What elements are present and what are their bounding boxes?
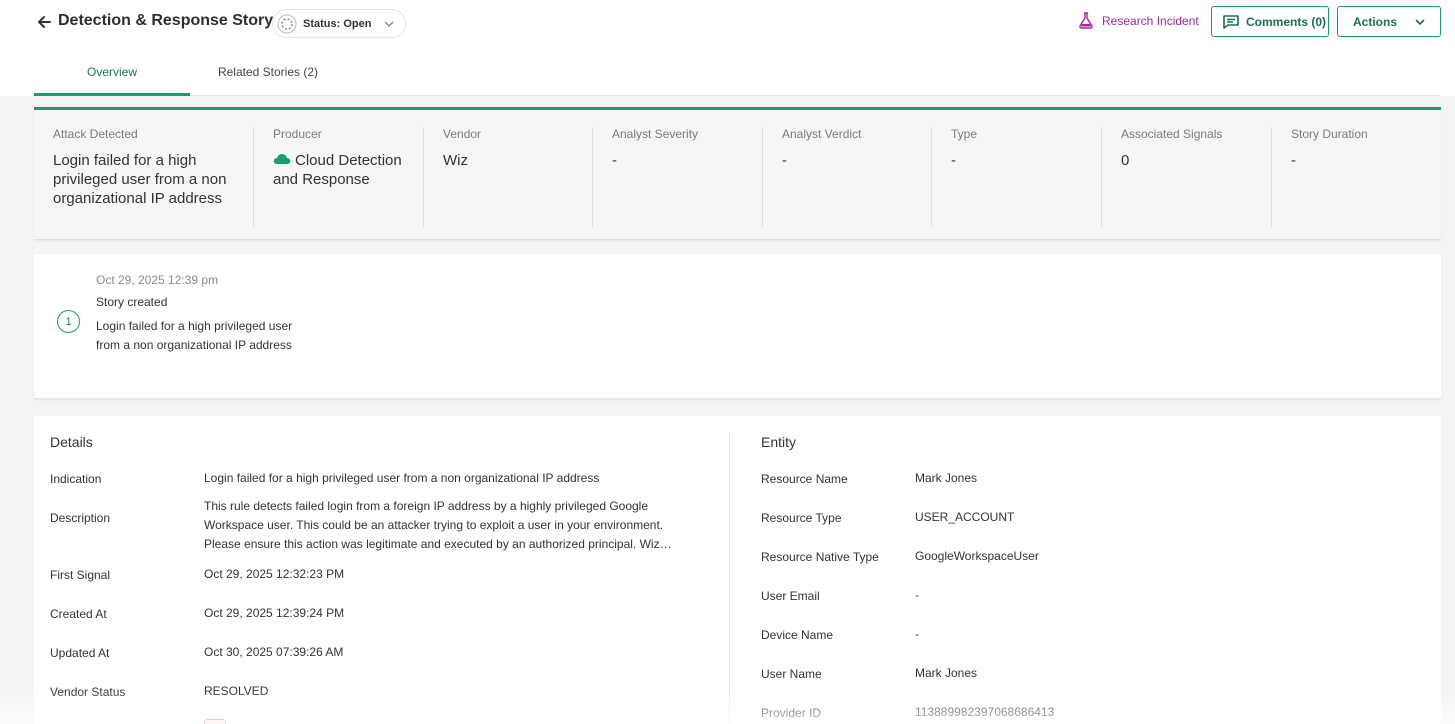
entity-label: Resource Name [761, 472, 848, 486]
detail-value: Oct 30, 2025 07:39:26 AM [204, 645, 344, 659]
entity-label: User Name [761, 667, 822, 681]
actions-label: Actions [1353, 14, 1398, 29]
detail-label: Indication [50, 472, 102, 486]
story-timeline: 1 Oct 29, 2025 12:39 pm Story created Lo… [34, 254, 1441, 399]
detail-value: Login failed for a high privileged user … [204, 471, 600, 485]
tab-overview[interactable]: Overview [34, 56, 190, 96]
severity-chip [204, 719, 226, 724]
entity-value: GoogleWorkspaceUser [915, 549, 1039, 563]
summary-value: 0 [1121, 152, 1130, 169]
summary-label: Producer [273, 127, 322, 141]
page-title: Detection & Response Story [58, 12, 274, 29]
timeline-step-badge: 1 [57, 310, 80, 333]
summary-type: Type - [932, 127, 1102, 227]
status-dropdown[interactable]: Status: Open [272, 9, 406, 38]
detail-value: Oct 29, 2025 12:39:24 PM [204, 606, 345, 620]
status-spinner-icon [277, 14, 297, 33]
summary-story-duration: Story Duration - [1272, 127, 1441, 227]
chevron-down-icon [384, 21, 394, 27]
status-label: Status: Open [303, 17, 372, 30]
summary-label: Story Duration [1291, 127, 1368, 141]
entity-value: Mark Jones [915, 666, 978, 680]
summary-value: Wiz [443, 152, 468, 169]
summary-label: Analyst Verdict [782, 127, 862, 141]
tab-bar: Overview Related Stories (2) [34, 56, 1441, 96]
detail-value: RESOLVED [204, 684, 269, 698]
detail-label: Created At [50, 607, 107, 621]
entity-label: Resource Type [761, 511, 842, 525]
summary-analyst-verdict: Analyst Verdict - [763, 127, 932, 227]
entity-label: Device Name [761, 628, 834, 642]
comments-button[interactable]: Comments (0) [1211, 6, 1329, 37]
entity-value: - [915, 588, 919, 602]
cloud-icon [273, 154, 291, 164]
summary-producer: Producer Cloud Detection and Response [254, 127, 424, 227]
entity-value: 113889982397068686413 [915, 705, 1055, 719]
entity-value: Mark Jones [915, 471, 978, 485]
summary-label: Attack Detected [53, 127, 138, 141]
section-divider [729, 432, 730, 724]
detail-value: Oct 29, 2025 12:32:23 PM [204, 567, 345, 581]
summary-label: Analyst Severity [612, 127, 699, 141]
entity-title: Entity [761, 434, 797, 450]
comments-label: Comments (0) [1246, 14, 1327, 29]
entity-value: - [915, 627, 919, 641]
actions-button[interactable]: Actions [1337, 6, 1441, 37]
detail-value: This rule detects failed login from a fo… [204, 499, 672, 551]
entity-label: Resource Native Type [761, 550, 879, 564]
entity-label: User Email [761, 589, 820, 603]
comment-icon [1223, 14, 1239, 29]
story-page: Detection & Response Story Status: Open … [0, 0, 1455, 724]
details-card: Details Entity Indication Login failed f… [34, 416, 1441, 724]
summary-value: - [612, 152, 617, 169]
summary-label: Type [951, 127, 978, 141]
summary-vendor: Vendor Wiz [424, 127, 593, 227]
summary-label: Associated Signals [1121, 127, 1223, 141]
summary-label: Vendor [443, 127, 482, 141]
detail-label: Vendor Status [50, 685, 126, 699]
back-arrow-icon[interactable] [36, 14, 52, 30]
detail-label: Description [50, 511, 111, 525]
story-summary-card: Attack Detected Login failed for a high … [34, 107, 1441, 240]
summary-analyst-severity: Analyst Severity - [593, 127, 763, 227]
tab-related-stories[interactable]: Related Stories (2) [190, 56, 346, 96]
summary-attack-detected: Attack Detected Login failed for a high … [34, 127, 254, 227]
summary-value: - [1291, 152, 1296, 169]
detail-label: First Signal [50, 568, 111, 582]
flask-icon [1079, 12, 1093, 29]
detail-label: Updated At [50, 646, 110, 660]
summary-associated-signals: Associated Signals 0 [1102, 127, 1272, 227]
entity-value: USER_ACCOUNT [915, 510, 1015, 524]
story-header: Detection & Response Story Status: Open … [0, 0, 1455, 96]
producer-name: Cloud Detection and Response [273, 152, 402, 188]
summary-value: Cloud Detection and Response [273, 151, 423, 189]
timeline-event: Story created [96, 295, 168, 309]
entity-label: Provider ID [761, 706, 822, 720]
summary-value: Login failed for a high privileged user … [53, 152, 227, 207]
timeline-description: Login failed for a high privileged user … [96, 319, 293, 352]
research-incident-link[interactable]: Research Incident [1078, 12, 1199, 29]
summary-value: - [782, 152, 787, 169]
details-title: Details [50, 434, 93, 450]
summary-value: - [951, 152, 956, 169]
chevron-down-icon [1415, 19, 1425, 26]
timeline-date: Oct 29, 2025 12:39 pm [96, 273, 219, 287]
research-incident-label: Research Incident [1102, 13, 1199, 28]
